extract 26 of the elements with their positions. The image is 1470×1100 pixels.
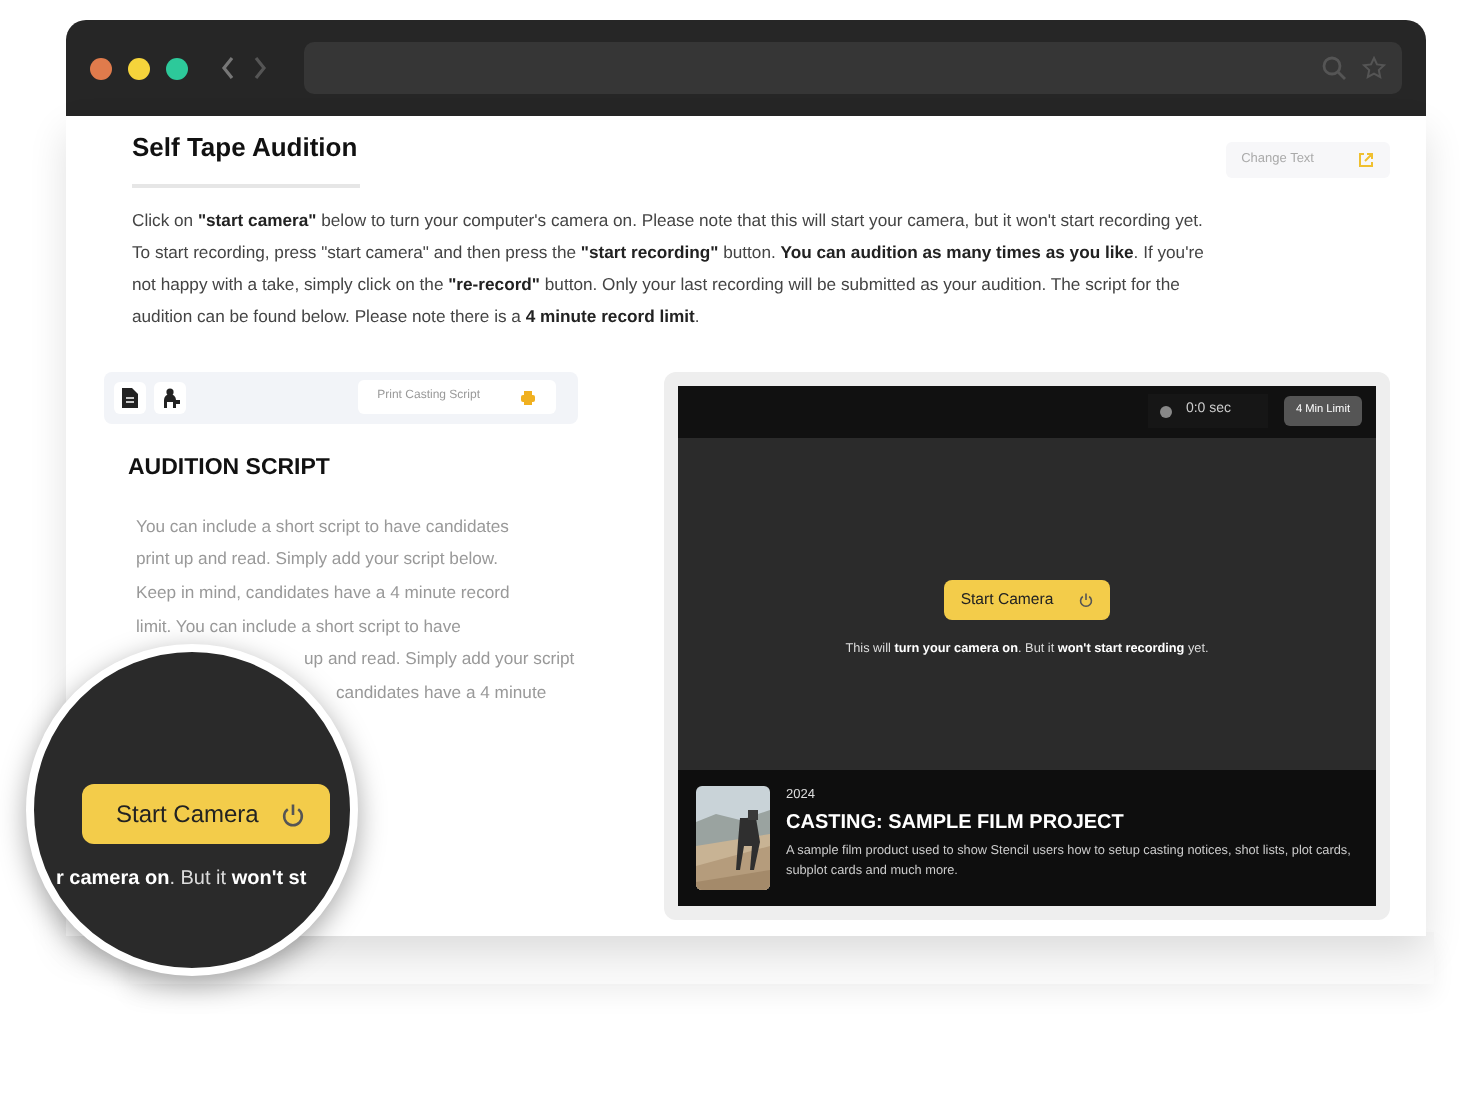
maximize-dot-icon[interactable]	[166, 57, 188, 79]
tool-button[interactable]	[114, 381, 146, 414]
script-line: Keep in mind, candidates have a 4 minute record	[136, 580, 512, 607]
printer-icon	[520, 389, 536, 406]
person-icon	[161, 387, 179, 408]
script-line: up and read. Simply add your script	[304, 646, 577, 673]
tool-button[interactable]	[154, 381, 186, 414]
script-heading: AUDITION SCRIPT	[128, 453, 332, 484]
script-line: candidates have a 4 minute	[336, 679, 549, 706]
close-dot-icon[interactable]	[90, 57, 112, 79]
project-title: CASTING: SAMPLE FILM PROJECT	[786, 810, 1126, 839]
minimize-dot-icon[interactable]	[128, 57, 150, 79]
script-line: print up and read. Simply add your script below.	[136, 546, 501, 573]
star-icon[interactable]	[1362, 56, 1386, 80]
power-icon	[280, 801, 306, 827]
document-icon	[122, 387, 138, 408]
page-title: Self Tape Audition	[132, 132, 360, 164]
script-line: limit. You can include a short script to have	[136, 613, 463, 640]
camera-note: r camera on. But it won't st	[56, 866, 307, 894]
record-dot-icon	[1159, 405, 1172, 418]
power-icon	[1077, 592, 1094, 609]
back-icon[interactable]	[220, 56, 236, 80]
start-camera-button[interactable]: Start Camera	[82, 784, 330, 844]
instructions-paragraph: Click on "start camera" below to turn your computer's camera on. Please note that this will start your camera, but it won't start recording yet. To start recording, press "start camera" and then press the "start recording" button. You can audition as many times as you like. If you're not happy with a take, simply click on the "re-record" button. Only your last recording will be submitted as your audition. The script for the audition can be found below. Please note there is a 4 minute record limit.	[132, 207, 1206, 330]
external-link-icon	[1358, 151, 1374, 168]
script-line: You can include a short script to have candidates	[136, 513, 511, 540]
